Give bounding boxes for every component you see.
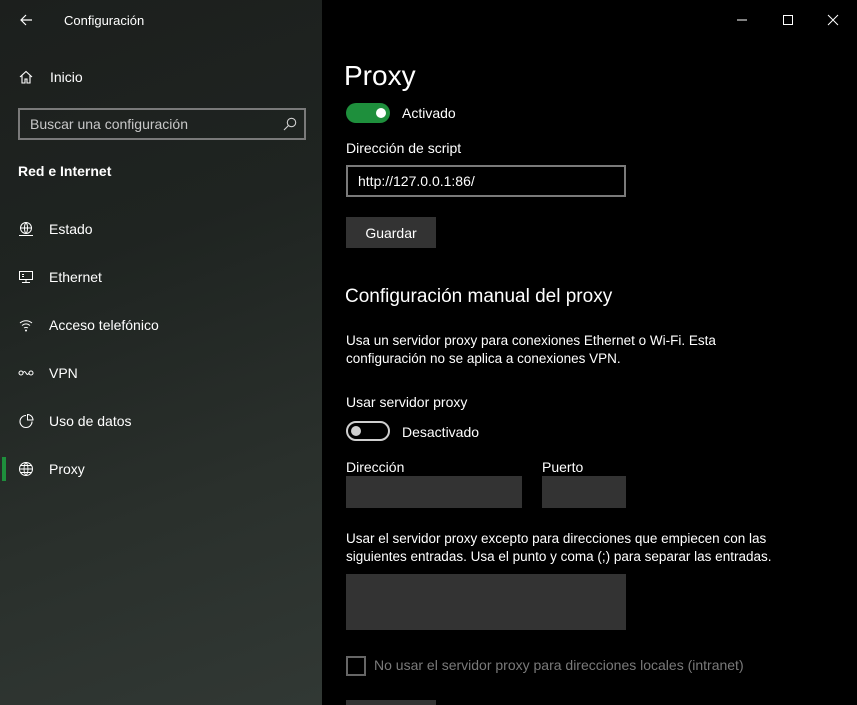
sidebar-item-label: Estado — [49, 221, 93, 237]
dialup-icon — [19, 320, 33, 332]
close-button[interactable] — [819, 6, 847, 34]
sidebar-item-acceso-telefonico[interactable]: Acceso telefónico — [0, 305, 322, 345]
nav-home[interactable]: Inicio — [0, 62, 322, 92]
nav-home-label: Inicio — [50, 69, 83, 85]
back-button[interactable] — [14, 8, 38, 32]
sidebar-item-label: Proxy — [49, 461, 85, 477]
close-icon — [827, 14, 839, 26]
manual-proxy-heading: Configuración manual del proxy — [345, 286, 613, 307]
globe-icon — [19, 462, 33, 476]
sidebar-item-vpn[interactable]: VPN — [0, 353, 322, 393]
script-toggle-label: Activado — [402, 105, 456, 121]
maximize-icon — [783, 15, 793, 25]
address-input[interactable] — [346, 476, 522, 508]
minimize-icon — [737, 19, 747, 21]
local-bypass-label: No usar el servidor proxy para direccion… — [374, 657, 744, 673]
search-box[interactable] — [18, 108, 306, 140]
use-proxy-toggle-label: Desactivado — [402, 424, 480, 440]
main-panel: Proxy Activado Dirección de script Guard… — [322, 0, 857, 705]
page-title: Proxy — [344, 60, 416, 91]
toggle-knob — [351, 426, 361, 436]
arrow-left-icon — [20, 14, 32, 26]
script-address-label: Dirección de script — [346, 140, 462, 156]
local-bypass-checkbox[interactable] — [346, 656, 366, 676]
use-proxy-toggle[interactable] — [346, 421, 390, 441]
sidebar: Configuración Inicio Red e Internet Esta… — [0, 0, 322, 705]
use-proxy-label: Usar servidor proxy — [346, 394, 468, 410]
search-input[interactable] — [20, 110, 270, 138]
search-icon[interactable] — [282, 116, 298, 132]
sidebar-item-label: Acceso telefónico — [49, 317, 159, 333]
sidebar-item-proxy[interactable]: Proxy — [0, 449, 322, 489]
save-manual-button[interactable] — [346, 700, 436, 705]
port-label: Puerto — [542, 459, 584, 475]
titlebar-left: Configuración — [0, 0, 322, 40]
sidebar-item-estado[interactable]: Estado — [0, 209, 322, 249]
script-address-input[interactable] — [346, 165, 626, 197]
address-label: Dirección — [346, 459, 405, 475]
maximize-button[interactable] — [774, 6, 802, 34]
sidebar-item-label: Uso de datos — [49, 413, 132, 429]
manual-proxy-description: Usa un servidor proxy para conexiones Et… — [346, 333, 716, 366]
toggle-knob — [376, 108, 386, 118]
sidebar-item-label: VPN — [49, 365, 78, 381]
data-usage-icon — [19, 413, 34, 429]
ethernet-icon — [19, 271, 33, 283]
globe-status-icon — [19, 222, 33, 236]
sidebar-item-ethernet[interactable]: Ethernet — [0, 257, 322, 297]
exceptions-label: Usar el servidor proxy excepto para dire… — [346, 531, 772, 564]
port-input[interactable] — [542, 476, 626, 508]
selection-indicator — [2, 457, 6, 481]
sidebar-item-label: Ethernet — [49, 269, 102, 285]
script-toggle[interactable] — [346, 103, 390, 123]
home-icon — [19, 70, 33, 84]
vpn-icon — [18, 370, 34, 376]
minimize-button[interactable] — [728, 6, 756, 34]
sidebar-item-uso-de-datos[interactable]: Uso de datos — [0, 401, 322, 441]
app-title: Configuración — [64, 13, 145, 28]
section-title: Red e Internet — [18, 163, 112, 179]
exceptions-input[interactable] — [346, 574, 626, 630]
save-button[interactable]: Guardar — [346, 217, 436, 248]
